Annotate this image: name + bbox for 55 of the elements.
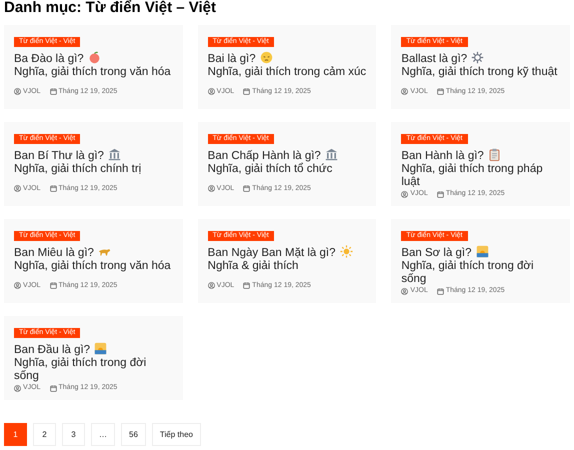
- building-icon: [325, 148, 338, 161]
- face-icon: [260, 51, 273, 64]
- post-title[interactable]: Bai là gì?: [208, 53, 256, 66]
- sunrise-icon: [476, 245, 489, 258]
- post-title[interactable]: Nghĩa, giải thích trong đời sống: [14, 357, 173, 383]
- post-title[interactable]: Ban Sơ là gì?: [401, 247, 472, 260]
- user-icon: [208, 282, 215, 290]
- calendar-icon: [50, 88, 57, 96]
- calendar-icon: [243, 88, 250, 96]
- page-button[interactable]: 56: [121, 423, 146, 446]
- page-button[interactable]: …: [91, 423, 115, 446]
- calendar-icon: [50, 282, 57, 290]
- peach-icon: [88, 51, 101, 64]
- post-title[interactable]: Nghĩa & giải thích: [208, 260, 298, 273]
- calendar-icon: [436, 190, 444, 198]
- page-button[interactable]: 1: [4, 423, 27, 446]
- user-icon: [401, 190, 408, 198]
- user-icon: [208, 88, 215, 96]
- post-title[interactable]: Ban Miêu là gì?: [14, 247, 94, 260]
- post-title[interactable]: Ban Hành là gì?: [401, 150, 484, 163]
- calendar-icon: [436, 288, 444, 295]
- post-title[interactable]: Ban Đầu là gì?: [14, 344, 90, 357]
- user-icon: [14, 384, 21, 392]
- page-button[interactable]: 3: [62, 423, 85, 446]
- post-title[interactable]: Ban Ngày Ban Mặt là gì?: [208, 247, 336, 260]
- user-icon: [401, 88, 408, 96]
- post-title[interactable]: Nghĩa, giải thích trong đời sống: [401, 260, 560, 286]
- post-title[interactable]: Ban Chấp Hành là gì?: [208, 150, 321, 163]
- page-button[interactable]: 2: [33, 423, 56, 446]
- user-icon: [14, 185, 21, 192]
- post-title[interactable]: Nghĩa, giải thích trong cảm xúc: [208, 66, 366, 79]
- calendar-icon: [436, 88, 444, 96]
- calendar-icon: [243, 282, 250, 290]
- calendar-icon: [243, 185, 250, 192]
- post-title[interactable]: Nghĩa, giải thích chính trị: [14, 163, 142, 176]
- sun-icon: [340, 245, 353, 258]
- page-button[interactable]: Tiếp theo: [152, 423, 201, 446]
- post-title[interactable]: Ban Bí Thư là gì?: [14, 150, 104, 163]
- post-title[interactable]: Nghĩa, giải thích tổ chức: [208, 163, 332, 176]
- post-title[interactable]: Nghĩa, giải thích trong pháp luật: [401, 163, 560, 189]
- post-title[interactable]: Nghĩa, giải thích trong văn hóa: [14, 66, 171, 79]
- post-title[interactable]: Ballast là gì?: [401, 53, 468, 66]
- post-title[interactable]: Nghĩa, giải thích trong văn hóa: [14, 260, 171, 273]
- user-icon: [208, 185, 215, 192]
- page-heading: Danh mục: Từ điển Việt – Việt: [4, 0, 218, 16]
- user-icon: [401, 288, 408, 295]
- building-icon: [108, 148, 122, 161]
- post-title[interactable]: Nghĩa, giải thích trong kỹ thuật: [401, 66, 558, 79]
- calendar-icon: [50, 185, 57, 192]
- sunrise-icon: [94, 342, 108, 355]
- user-icon: [14, 88, 21, 96]
- clipboard-icon: [488, 148, 502, 161]
- user-icon: [14, 282, 21, 290]
- post-title[interactable]: Ba Đào là gì?: [14, 53, 84, 66]
- calendar-icon: [50, 384, 57, 392]
